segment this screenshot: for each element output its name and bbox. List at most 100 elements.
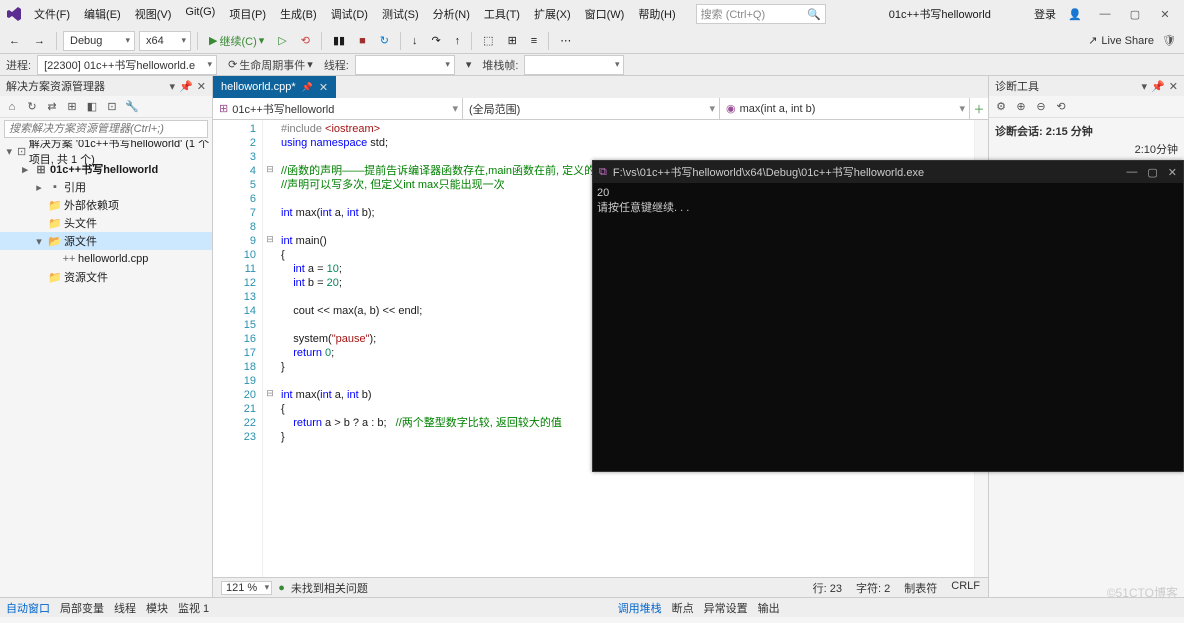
menu-item[interactable]: 视图(V) — [129, 4, 178, 24]
maximize-button[interactable]: ▢ — [1147, 166, 1157, 179]
tab-autos[interactable]: 自动窗口 — [6, 600, 50, 616]
tool-icon[interactable]: ⊡ — [104, 99, 120, 115]
menu-item[interactable]: 扩展(X) — [528, 4, 577, 24]
pin-icon[interactable]: 📌 — [302, 82, 313, 93]
headers-node[interactable]: 📁头文件 — [0, 214, 212, 232]
zoom-in-icon[interactable]: ⊕ — [1013, 99, 1029, 115]
close-button[interactable]: ✕ — [1168, 166, 1177, 179]
menu-item[interactable]: 工具(T) — [478, 4, 526, 24]
title-bar: 文件(F)编辑(E)视图(V)Git(G)项目(P)生成(B)调试(D)测试(S… — [0, 0, 1184, 28]
close-tab-icon[interactable]: ✕ — [319, 81, 328, 94]
stack-combo[interactable] — [524, 55, 624, 75]
menu-item[interactable]: 帮助(H) — [632, 4, 681, 24]
close-icon[interactable]: ✕ — [197, 80, 206, 93]
hot-reload-button[interactable]: ⟲ — [296, 31, 315, 51]
global-search[interactable]: 搜索 (Ctrl+Q) 🔍 — [696, 4, 826, 24]
start-no-debug-button[interactable]: ▷ — [273, 31, 291, 51]
pin-icon[interactable]: 📌 — [179, 80, 193, 93]
editor-tab[interactable]: helloworld.cpp* 📌 ✕ — [213, 76, 336, 98]
zoom-combo[interactable]: 121 % — [221, 581, 272, 595]
bottom-tabs: 自动窗口 局部变量 线程 模块 监视 1 调用堆栈 断点 异常设置 输出 — [0, 597, 1184, 617]
refs-node[interactable]: ▸▪引用 — [0, 178, 212, 196]
ext-node[interactable]: 📁外部依赖项 — [0, 196, 212, 214]
file-node[interactable]: ++helloworld.cpp — [0, 250, 212, 268]
live-share-button[interactable]: ↗ Live Share — [1088, 34, 1154, 47]
tab-watch[interactable]: 监视 1 — [178, 600, 209, 616]
user-icon[interactable]: 👤 — [1064, 3, 1086, 25]
menu-item[interactable]: 编辑(E) — [78, 4, 127, 24]
admin-icon[interactable]: 🛡 — [1158, 30, 1180, 52]
minimize-button[interactable]: — — [1094, 3, 1116, 25]
scope-project[interactable]: ⊞01c++书写helloworld — [213, 98, 463, 119]
toolbar-icon[interactable]: ⬚ — [478, 31, 498, 51]
continue-button[interactable]: ▶ 继续(C) ▾ — [204, 31, 269, 51]
sync-icon[interactable]: ⇄ — [44, 99, 60, 115]
solution-tree: ▾⊡解决方案 '01c++书写helloworld' (1 个项目, 共 1 个… — [0, 140, 212, 597]
menu-item[interactable]: 项目(P) — [223, 4, 272, 24]
tool-icon[interactable]: ⊞ — [64, 99, 80, 115]
panel-toolbar: ⌂ ↻ ⇄ ⊞ ◧ ⊡ 🔧 — [0, 96, 212, 118]
reset-icon[interactable]: ⟲ — [1053, 99, 1069, 115]
step-out-button[interactable]: ↑ — [450, 31, 466, 51]
toolbar-icon[interactable]: ▾ — [461, 55, 477, 75]
tab-exceptions[interactable]: 异常设置 — [704, 600, 748, 616]
console-window[interactable]: ⧉ F:\vs\01c++书写helloworld\x64\Debug\01c+… — [592, 160, 1184, 472]
menu-item[interactable]: 生成(B) — [274, 4, 323, 24]
gear-icon[interactable]: ⚙ — [993, 99, 1009, 115]
tab-callstack[interactable]: 调用堆栈 — [618, 600, 662, 616]
toolbar-icon[interactable]: ≡ — [526, 31, 542, 51]
close-icon[interactable]: ✕ — [1169, 80, 1178, 93]
solution-search-input[interactable] — [4, 120, 208, 138]
menu-item[interactable]: 分析(N) — [427, 4, 476, 24]
wrench-icon[interactable]: 🔧 — [124, 99, 140, 115]
tab-modules[interactable]: 模块 — [146, 600, 168, 616]
line-info: 行: 23 — [813, 580, 842, 596]
tab-threads[interactable]: 线程 — [114, 600, 136, 616]
add-icon[interactable]: ＋ — [970, 98, 988, 119]
process-combo[interactable]: [22300] 01c++书写helloworld.e — [37, 55, 217, 75]
menu-item[interactable]: 调试(D) — [325, 4, 374, 24]
menu-item[interactable]: 窗口(W) — [579, 4, 631, 24]
platform-combo[interactable]: x64 — [139, 31, 191, 51]
menu-item[interactable]: Git(G) — [179, 4, 221, 24]
forward-button[interactable]: → — [29, 31, 50, 51]
tab-locals[interactable]: 局部变量 — [60, 600, 104, 616]
maximize-button[interactable]: ▢ — [1124, 3, 1146, 25]
time-label: 2:10分钟 — [1135, 141, 1178, 157]
lifecycle-button[interactable]: ⟳ 生命周期事件 ▾ — [223, 55, 318, 75]
pause-button[interactable]: ▮▮ — [328, 31, 350, 51]
menu-item[interactable]: 文件(F) — [28, 4, 76, 24]
tool-icon[interactable]: ◧ — [84, 99, 100, 115]
pin-icon[interactable]: 📌 — [1151, 80, 1165, 93]
scope-namespace[interactable]: (全局范围) — [463, 98, 720, 119]
tab-breakpoints[interactable]: 断点 — [672, 600, 694, 616]
step-over-button[interactable]: ↷ — [426, 31, 445, 51]
minimize-button[interactable]: — — [1126, 166, 1137, 179]
zoom-out-icon[interactable]: ⊖ — [1033, 99, 1049, 115]
toolbar-icon[interactable]: ⋯ — [555, 31, 576, 51]
session-label: 诊断会话: 2:15 分钟 — [995, 123, 1093, 139]
dropdown-icon[interactable]: ▾ — [1142, 80, 1148, 93]
home-icon[interactable]: ⌂ — [4, 99, 20, 115]
menu-item[interactable]: 测试(S) — [376, 4, 425, 24]
step-into-button[interactable]: ↓ — [407, 31, 423, 51]
nav-bar: ⊞01c++书写helloworld (全局范围) ◉max(int a, in… — [213, 98, 988, 120]
stop-button[interactable]: ■ — [354, 31, 371, 51]
config-combo[interactable]: Debug — [63, 31, 135, 51]
refresh-icon[interactable]: ↻ — [24, 99, 40, 115]
close-button[interactable]: ✕ — [1154, 3, 1176, 25]
toolbar-icon[interactable]: ⊞ — [503, 31, 522, 51]
main-menu: 文件(F)编辑(E)视图(V)Git(G)项目(P)生成(B)调试(D)测试(S… — [28, 4, 682, 24]
dropdown-icon[interactable]: ▾ — [170, 80, 176, 93]
login-link[interactable]: 登录 — [1034, 6, 1056, 22]
tab-output[interactable]: 输出 — [758, 600, 780, 616]
solution-node[interactable]: ▾⊡解决方案 '01c++书写helloworld' (1 个项目, 共 1 个… — [0, 142, 212, 160]
scope-function[interactable]: ◉max(int a, int b) — [720, 98, 970, 119]
back-button[interactable]: ← — [4, 31, 25, 51]
restart-button[interactable]: ↻ — [375, 31, 394, 51]
sources-node[interactable]: ▾📂源文件 — [0, 232, 212, 250]
thread-combo[interactable] — [355, 55, 455, 75]
res-node[interactable]: 📁资源文件 — [0, 268, 212, 286]
console-titlebar[interactable]: ⧉ F:\vs\01c++书写helloworld\x64\Debug\01c+… — [593, 161, 1183, 183]
live-share-icon: ↗ — [1088, 34, 1097, 47]
